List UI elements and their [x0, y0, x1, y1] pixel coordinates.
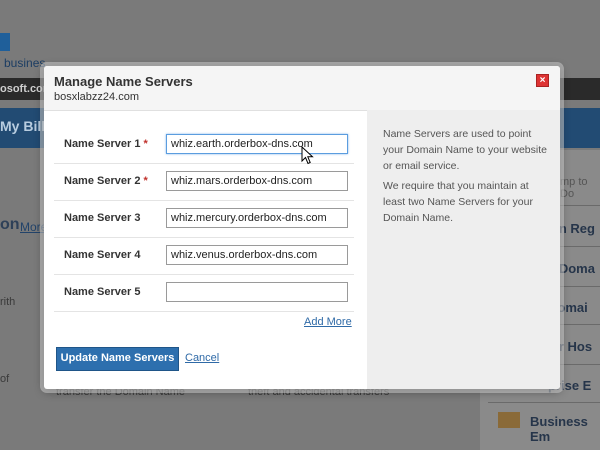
- name-server-3-input[interactable]: [166, 208, 348, 228]
- field-label: Name Server 4: [64, 249, 141, 261]
- info-text-2: We require that you maintain at least tw…: [383, 180, 533, 224]
- field-label: Name Server 5: [64, 286, 141, 298]
- name-server-row-5: Name Server 5: [54, 274, 354, 312]
- brand-text: busines: [4, 56, 46, 70]
- close-icon[interactable]: ×: [536, 74, 549, 87]
- logo-mark: [0, 33, 10, 51]
- mouse-pointer-icon: [301, 146, 314, 165]
- name-server-2-input[interactable]: [166, 171, 348, 191]
- jump-to-domain: mp to Do: [560, 176, 588, 200]
- name-server-row-3: Name Server 3: [54, 200, 354, 238]
- section-heading: on: [0, 216, 20, 233]
- dialog-title: Manage Name Servers: [54, 74, 193, 89]
- required-marker: *: [143, 175, 148, 187]
- info-text-1: Name Servers are used to point your Doma…: [383, 128, 547, 172]
- add-more-link[interactable]: Add More: [304, 316, 352, 328]
- name-server-5-input[interactable]: [166, 282, 348, 302]
- domain-name: bosxlabzz24.com: [54, 91, 139, 103]
- name-server-4-input[interactable]: [166, 245, 348, 265]
- side-fragment: of: [0, 373, 10, 385]
- cancel-link[interactable]: Cancel: [185, 352, 219, 364]
- field-label: Name Server 2 *: [64, 175, 148, 187]
- dialog-header: Manage Name Servers bosxlabzz24.com ×: [44, 66, 560, 111]
- name-server-row-2: Name Server 2 *: [54, 163, 354, 201]
- update-name-servers-button[interactable]: Update Name Servers: [56, 347, 179, 371]
- business-email-item: Business Em: [530, 414, 588, 444]
- name-server-row-4: Name Server 4: [54, 237, 354, 275]
- info-panel: Name Servers are used to point your Doma…: [367, 110, 560, 389]
- field-label: Name Server 3: [64, 212, 141, 224]
- manage-name-servers-dialog: Manage Name Servers bosxlabzz24.com × Na…: [44, 66, 560, 389]
- divider: [488, 402, 600, 403]
- envelope-icon: [498, 412, 520, 428]
- side-fragment: rith: [0, 296, 16, 308]
- field-label: Name Server 1 *: [64, 138, 148, 150]
- required-marker: *: [143, 138, 148, 150]
- name-server-1-input[interactable]: [166, 134, 348, 154]
